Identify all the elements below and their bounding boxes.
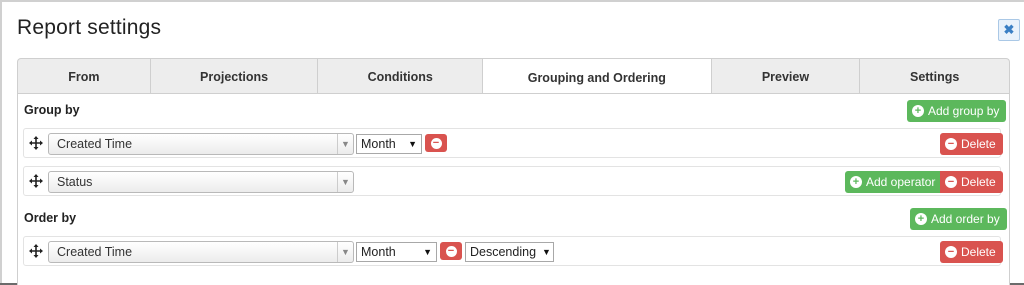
order-direction-select[interactable]: Descending ▼: [465, 242, 554, 262]
add-order-by-label: Add order by: [931, 212, 1000, 226]
move-icon[interactable]: [29, 174, 43, 188]
delete-label: Delete: [961, 245, 996, 259]
move-icon[interactable]: [29, 136, 43, 150]
tab-from[interactable]: From: [18, 59, 151, 95]
delete-button[interactable]: − Delete: [940, 241, 1003, 263]
plus-circle-icon: +: [912, 105, 924, 117]
group-by-field-value: Status: [57, 175, 93, 189]
order-by-field-select[interactable]: Created Time ▼: [48, 241, 354, 263]
caret-down-icon: ▼: [542, 247, 551, 257]
tab-bar: From Projections Conditions Grouping and…: [17, 58, 1010, 96]
order-by-period-select[interactable]: Month ▼: [356, 242, 437, 262]
minus-circle-icon: −: [945, 138, 957, 150]
order-by-row: Created Time ▼ Month ▼ − Descending ▼ − …: [23, 236, 1003, 266]
report-settings-dialog: Report settings ✖ From Projections Condi…: [0, 0, 1024, 285]
order-by-label: Order by: [24, 211, 77, 225]
group-by-field-value: Created Time: [57, 137, 133, 151]
tab-projections[interactable]: Projections: [151, 59, 319, 95]
close-icon[interactable]: ✖: [998, 19, 1020, 41]
delete-button[interactable]: − Delete: [940, 133, 1003, 155]
delete-label: Delete: [961, 137, 996, 151]
remove-period-button[interactable]: −: [425, 134, 447, 152]
chevron-down-icon: ▼: [337, 134, 353, 154]
delete-button[interactable]: − Delete: [940, 171, 1003, 193]
caret-down-icon: ▼: [408, 139, 417, 149]
add-operator-label: Add operator: [866, 175, 936, 189]
minus-circle-icon: −: [945, 246, 957, 258]
dialog-title: Report settings: [17, 16, 162, 39]
tab-settings[interactable]: Settings: [860, 59, 1009, 95]
group-by-period-value: Month: [361, 137, 396, 151]
group-by-field-select[interactable]: Created Time ▼: [48, 133, 354, 155]
order-by-period-value: Month: [361, 245, 396, 259]
chevron-down-icon: ▼: [337, 172, 353, 192]
chevron-down-icon: ▼: [337, 242, 353, 262]
move-icon[interactable]: [29, 244, 43, 258]
add-operator-button[interactable]: + Add operator: [845, 171, 943, 193]
tab-grouping-and-ordering[interactable]: Grouping and Ordering: [483, 59, 712, 96]
plus-circle-icon: +: [850, 176, 862, 188]
tab-preview[interactable]: Preview: [712, 59, 861, 95]
group-by-field-select[interactable]: Status ▼: [48, 171, 354, 193]
plus-circle-icon: +: [915, 213, 927, 225]
grouping-ordering-panel: Group by + Add group by Created Time ▼ M…: [17, 93, 1010, 285]
remove-period-button[interactable]: −: [440, 242, 462, 260]
group-by-row: Created Time ▼ Month ▼ − − Delete: [23, 128, 1003, 158]
add-group-by-button[interactable]: + Add group by: [907, 100, 1007, 122]
order-direction-value: Descending: [470, 245, 537, 259]
tab-conditions[interactable]: Conditions: [318, 59, 484, 95]
minus-circle-icon: −: [445, 245, 457, 257]
caret-down-icon: ▼: [423, 247, 432, 257]
delete-label: Delete: [961, 175, 996, 189]
add-group-by-label: Add group by: [928, 104, 1000, 118]
group-by-period-select[interactable]: Month ▼: [356, 134, 422, 154]
group-by-label: Group by: [24, 103, 80, 117]
minus-circle-icon: −: [430, 137, 442, 149]
minus-circle-icon: −: [945, 176, 957, 188]
group-by-row: Status ▼ + Add operator − Delete: [23, 166, 1003, 196]
order-by-field-value: Created Time: [57, 245, 133, 259]
add-order-by-button[interactable]: + Add order by: [910, 208, 1007, 230]
